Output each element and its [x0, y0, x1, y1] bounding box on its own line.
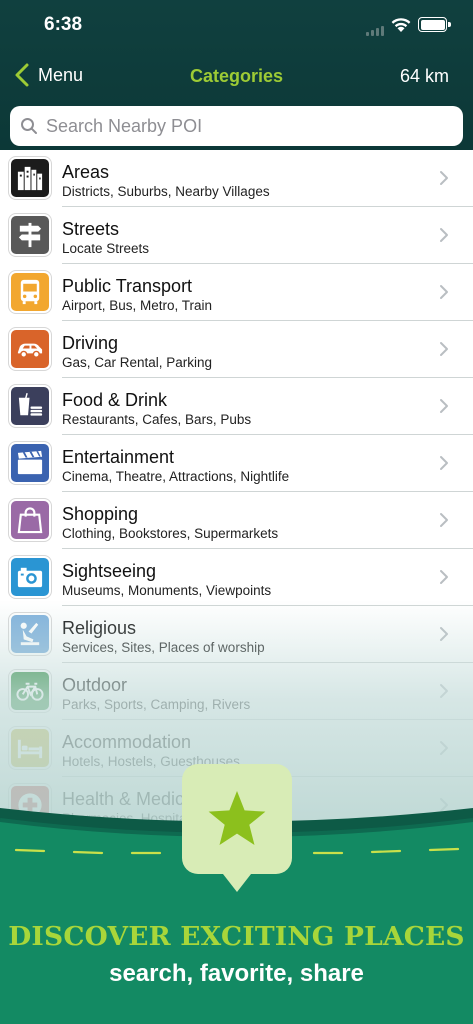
cellular-signal-icon [366, 26, 386, 36]
category-icon-frame [8, 384, 52, 428]
chevron-right-icon [440, 684, 448, 698]
category-icon-frame [8, 327, 52, 371]
battery-icon [418, 17, 451, 32]
category-icon-frame [8, 270, 52, 314]
category-subtitle: Services, Sites, Places of worship [62, 640, 265, 655]
shopping-bag-icon [11, 501, 49, 539]
category-row-sightseeing[interactable]: Sightseeing Museums, Monuments, Viewpoint… [0, 549, 473, 606]
search-icon [21, 118, 37, 134]
category-subtitle: Clothing, Bookstores, Supermarkets [62, 526, 279, 541]
distance-button[interactable]: 64 km [400, 66, 449, 87]
category-row-public-transport[interactable]: Public Transport Airport, Bus, Metro, Tra… [0, 264, 473, 321]
bicycle-icon [11, 672, 49, 710]
wifi-icon [391, 18, 411, 32]
bus-icon [11, 273, 49, 311]
category-title: Accommodation [62, 732, 192, 752]
favorite-badge [182, 764, 292, 892]
category-subtitle: Gas, Car Rental, Parking [62, 355, 213, 370]
category-icon-frame [8, 726, 52, 770]
chevron-right-icon [440, 627, 448, 641]
category-title: Sightseeing [62, 561, 157, 581]
category-subtitle: Restaurants, Cafes, Bars, Pubs [62, 412, 252, 427]
clapperboard-icon [11, 444, 49, 482]
category-icon-frame [8, 441, 52, 485]
buildings-icon [11, 159, 49, 197]
category-icon-frame [8, 555, 52, 599]
category-row-food-drink[interactable]: Food & Drink Restaurants, Cafes, Bars, Pu… [0, 378, 473, 435]
category-title: Public Transport [62, 276, 193, 296]
category-title: Food & Drink [62, 390, 168, 410]
category-list: Areas Districts, Suburbs, Nearby Villages… [0, 150, 473, 850]
category-title: Areas [62, 162, 110, 182]
category-row-streets[interactable]: Streets Locate Streets [0, 207, 473, 264]
category-subtitle: Airport, Bus, Metro, Train [62, 298, 213, 313]
category-title: Driving [62, 333, 119, 353]
category-title: Streets [62, 219, 120, 239]
bed-icon [11, 729, 49, 767]
chevron-right-icon [440, 456, 448, 470]
category-icon-frame [8, 213, 52, 257]
search-bar[interactable] [10, 106, 463, 146]
chevron-right-icon [440, 342, 448, 356]
category-subtitle: Parks, Sports, Camping, Rivers [62, 697, 251, 712]
category-icon-frame [8, 156, 52, 200]
chevron-right-icon [440, 399, 448, 413]
chevron-right-icon [440, 228, 448, 242]
category-title: Religious [62, 618, 137, 638]
chevron-right-icon [440, 570, 448, 584]
header: 6:38 Menu Categories 64 km [0, 0, 473, 150]
banner-headline: DISCOVER EXCITING PLACES [8, 921, 465, 952]
chevron-right-icon [440, 171, 448, 185]
category-icon-frame [8, 498, 52, 542]
category-subtitle: Locate Streets [62, 241, 150, 256]
banner-subline: search, favorite, share [109, 960, 364, 987]
praying-icon [11, 615, 49, 653]
category-title: Entertainment [62, 447, 175, 467]
chevron-right-icon [440, 513, 448, 527]
status-bar: 6:38 [0, 0, 473, 52]
star-icon [208, 791, 266, 845]
category-icon-frame [8, 669, 52, 713]
category-row-areas[interactable]: Areas Districts, Suburbs, Nearby Villages [0, 150, 473, 207]
category-row-driving[interactable]: Driving Gas, Car Rental, Parking [0, 321, 473, 378]
search-input[interactable] [46, 115, 426, 137]
navigation-bar: Menu Categories 64 km [0, 52, 473, 100]
category-row-entertainment[interactable]: Entertainment Cinema, Theatre, Attraction… [0, 435, 473, 492]
car-icon [11, 330, 49, 368]
food-drink-icon [11, 387, 49, 425]
category-row-religious[interactable]: Religious Services, Sites, Places of wors… [0, 606, 473, 663]
chevron-right-icon [440, 741, 448, 755]
category-subtitle: Cinema, Theatre, Attractions, Nightlife [62, 469, 290, 484]
camera-icon [11, 558, 49, 596]
category-subtitle: Museums, Monuments, Viewpoints [62, 583, 272, 598]
category-row-outdoor[interactable]: Outdoor Parks, Sports, Camping, Rivers [0, 663, 473, 720]
category-row-shopping[interactable]: Shopping Clothing, Bookstores, Supermarke… [0, 492, 473, 549]
signpost-icon [11, 216, 49, 254]
category-icon-frame [8, 612, 52, 656]
status-time: 6:38 [44, 14, 83, 35]
category-title: Shopping [62, 504, 139, 524]
chevron-right-icon [440, 285, 448, 299]
category-subtitle: Districts, Suburbs, Nearby Villages [62, 184, 270, 199]
category-title: Outdoor [62, 675, 128, 695]
